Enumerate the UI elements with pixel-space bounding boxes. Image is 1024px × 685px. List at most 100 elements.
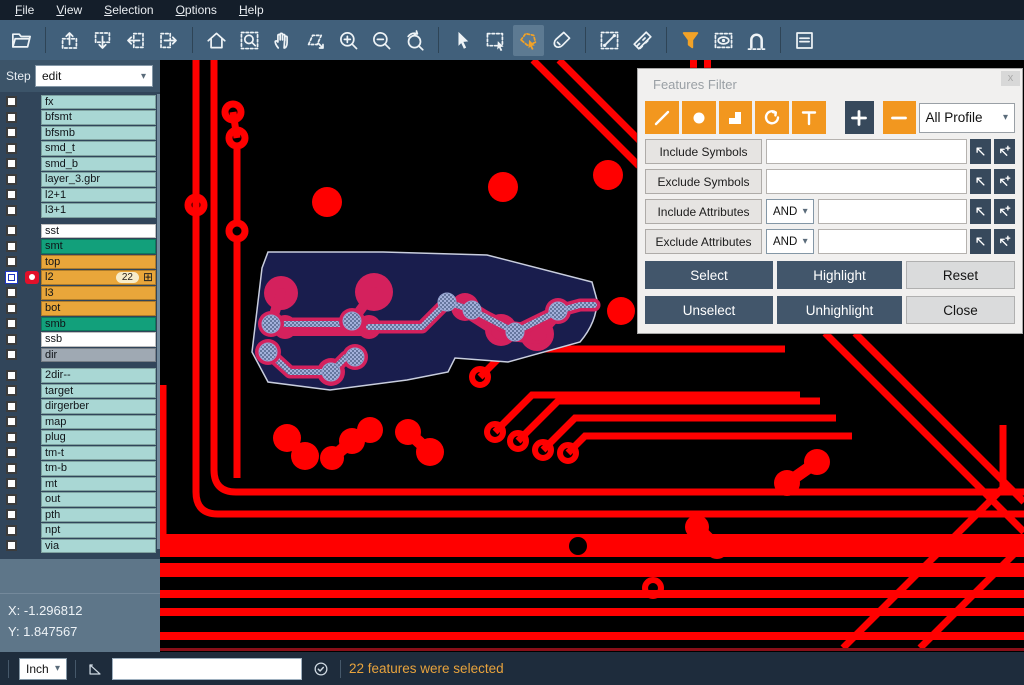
profile-select[interactable]: All Profile▾	[919, 103, 1015, 133]
layer-indicator-slot[interactable]	[22, 110, 41, 125]
zoom-previous-icon[interactable]	[399, 25, 430, 56]
layer-name[interactable]: top	[41, 255, 156, 270]
layer-indicator-slot[interactable]	[22, 399, 41, 414]
layer-indicator-slot[interactable]	[22, 156, 41, 171]
command-input[interactable]	[112, 658, 302, 680]
layer-name[interactable]: l3	[41, 286, 156, 301]
sync-icon[interactable]	[310, 658, 332, 680]
layer-name[interactable]: bot	[41, 301, 156, 316]
layer-checkbox[interactable]	[6, 96, 17, 107]
active-layer-indicator[interactable]	[22, 270, 41, 285]
pick-add-icon[interactable]	[994, 229, 1015, 254]
unit-select[interactable]: Inch ▾	[19, 658, 67, 680]
layer-indicator-slot[interactable]	[22, 383, 41, 398]
exclude-attributes-input[interactable]	[818, 229, 967, 254]
layer-checkbox[interactable]	[6, 540, 17, 551]
layer-checkbox[interactable]	[6, 225, 17, 236]
select-button[interactable]: Select	[645, 261, 773, 289]
corner-angle-icon[interactable]	[84, 658, 106, 680]
layer-indicator-slot[interactable]	[22, 507, 41, 522]
layer-checkbox[interactable]	[6, 158, 17, 169]
pan-right-icon[interactable]	[153, 25, 184, 56]
snap-icon[interactable]	[741, 25, 772, 56]
close-button[interactable]: Close	[906, 296, 1015, 324]
layer-checkbox[interactable]	[6, 463, 17, 474]
pick-icon[interactable]	[970, 229, 991, 254]
add-icon[interactable]	[845, 101, 874, 134]
layer-name[interactable]: smb	[41, 317, 156, 332]
pan-hand-icon[interactable]	[267, 25, 298, 56]
layer-indicator-slot[interactable]	[22, 203, 41, 218]
layer-indicator-slot[interactable]	[22, 94, 41, 109]
menu-selection[interactable]: Selection	[93, 0, 164, 20]
zoom-in-icon[interactable]	[333, 25, 364, 56]
feature-type-surface-icon[interactable]	[719, 101, 753, 134]
clean-brush-icon[interactable]	[546, 25, 577, 56]
layer-name[interactable]: out	[41, 492, 156, 507]
layer-checkbox[interactable]	[6, 189, 17, 200]
layer-indicator-slot[interactable]	[22, 316, 41, 331]
layer-checkbox[interactable]	[6, 174, 17, 185]
unhighlight-button[interactable]: Unhighlight	[777, 296, 902, 324]
layer-indicator-slot[interactable]	[22, 285, 41, 300]
layer-name[interactable]: tm-t	[41, 446, 156, 461]
layer-checkbox[interactable]	[6, 525, 17, 536]
polygon-select-icon[interactable]	[513, 25, 544, 56]
home-view-icon[interactable]	[201, 25, 232, 56]
layer-checkbox[interactable]	[6, 509, 17, 520]
menu-file[interactable]: File	[4, 0, 45, 20]
layer-indicator-slot[interactable]	[22, 332, 41, 347]
layer-checkbox[interactable]	[6, 334, 17, 345]
zoom-window-icon[interactable]	[234, 25, 265, 56]
layer-checkbox[interactable]	[6, 287, 17, 298]
layer-checkbox[interactable]	[6, 241, 17, 252]
menu-view[interactable]: View	[45, 0, 93, 20]
layer-name[interactable]: l222⊞	[41, 270, 156, 285]
layer-checkbox[interactable]	[6, 432, 17, 443]
layer-checkbox[interactable]	[6, 401, 17, 412]
layer-indicator-slot[interactable]	[22, 461, 41, 476]
layer-name[interactable]: npt	[41, 523, 156, 538]
open-folder-icon[interactable]	[6, 25, 37, 56]
feature-type-line-icon[interactable]	[645, 101, 679, 134]
layer-checkbox[interactable]	[6, 494, 17, 505]
pick-add-icon[interactable]	[994, 169, 1015, 194]
menu-options[interactable]: Options	[165, 0, 228, 20]
exclude-symbols-button[interactable]: Exclude Symbols	[645, 169, 762, 194]
layer-indicator-slot[interactable]	[22, 187, 41, 202]
layer-name[interactable]: pth	[41, 508, 156, 523]
layer-indicator-slot[interactable]	[22, 254, 41, 269]
layer-name[interactable]: plug	[41, 430, 156, 445]
exclude-symbols-input[interactable]	[766, 169, 967, 194]
exclude-attributes-button[interactable]: Exclude Attributes	[645, 229, 762, 254]
highlight-button[interactable]: Highlight	[777, 261, 902, 289]
ruler-icon[interactable]	[627, 25, 658, 56]
layer-indicator-slot[interactable]	[22, 347, 41, 362]
operator-select[interactable]: AND▾	[766, 229, 814, 254]
layer-name[interactable]: 2dir--	[41, 368, 156, 383]
layer-name[interactable]: layer_3.gbr	[41, 172, 156, 187]
layer-checkbox[interactable]	[6, 447, 17, 458]
reset-button[interactable]: Reset	[906, 261, 1015, 289]
layer-checkbox[interactable]	[6, 478, 17, 489]
pan-down-icon[interactable]	[87, 25, 118, 56]
rect-select-icon[interactable]	[480, 25, 511, 56]
layer-indicator-slot[interactable]	[22, 368, 41, 383]
layer-indicator-slot[interactable]	[22, 414, 41, 429]
layer-indicator-slot[interactable]	[22, 223, 41, 238]
layers-panel-icon[interactable]	[789, 25, 820, 56]
remove-icon[interactable]	[883, 101, 916, 134]
layer-name[interactable]: l3+1	[41, 203, 156, 218]
layer-name[interactable]: mt	[41, 477, 156, 492]
layer-checkbox[interactable]	[6, 303, 17, 314]
pan-up-icon[interactable]	[54, 25, 85, 56]
drag-view-icon[interactable]	[300, 25, 331, 56]
layer-name[interactable]: fx	[41, 95, 156, 110]
pick-add-icon[interactable]	[994, 139, 1015, 164]
feature-type-pad-icon[interactable]	[682, 101, 716, 134]
layer-name[interactable]: dir	[41, 348, 156, 363]
select-arrow-icon[interactable]	[447, 25, 478, 56]
layer-name[interactable]: target	[41, 384, 156, 399]
layer-name[interactable]: dirgerber	[41, 399, 156, 414]
feature-type-arc-icon[interactable]	[755, 101, 789, 134]
